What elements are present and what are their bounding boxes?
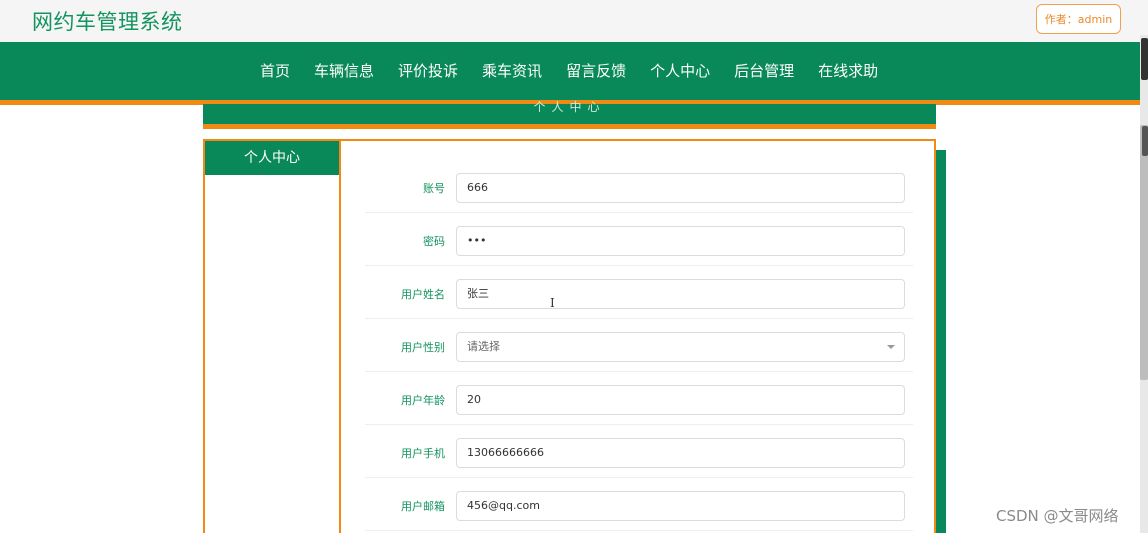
name-label: 用户姓名 — [401, 288, 445, 301]
nav-item-feedback[interactable]: 留言反馈 — [566, 42, 626, 100]
gender-select[interactable]: 请选择 — [456, 332, 905, 362]
sidebar-item-profile[interactable]: 个人中心 — [205, 141, 339, 175]
phone-label: 用户手机 — [401, 447, 445, 460]
password-label: 密码 — [423, 235, 445, 248]
email-label: 用户邮箱 — [401, 500, 445, 513]
scrollbar-mid-marker — [1142, 126, 1148, 156]
section-header: 个人中心 — [203, 100, 936, 129]
form-row-age: 用户年龄 20 — [365, 371, 913, 425]
gender-select-value: 请选择 — [467, 340, 500, 353]
author-badge[interactable]: 作者：admin — [1036, 4, 1121, 34]
top-bar: 网约车管理系统 作者：admin — [0, 0, 1148, 42]
nav-item-profile[interactable]: 个人中心 — [650, 42, 710, 100]
nav-item-vehicles[interactable]: 车辆信息 — [314, 42, 374, 100]
main-nav: 首页 车辆信息 评价投诉 乘车资讯 留言反馈 个人中心 后台管理 在线求助 — [0, 42, 1140, 105]
account-label: 账号 — [423, 182, 445, 195]
nav-item-help[interactable]: 在线求助 — [818, 42, 878, 100]
nav-item-home[interactable]: 首页 — [260, 42, 290, 100]
nav-item-reviews[interactable]: 评价投诉 — [398, 42, 458, 100]
section-title: 个人中心 — [533, 100, 606, 114]
form-row-email: 用户邮箱 456@qq.com — [365, 477, 913, 531]
form-row-gender: 用户性别 请选择 — [365, 318, 913, 372]
content-shadow — [935, 150, 946, 533]
age-input[interactable]: 20 — [456, 385, 905, 415]
nav-items: 首页 车辆信息 评价投诉 乘车资讯 留言反馈 个人中心 后台管理 在线求助 — [260, 42, 902, 100]
form-row-phone: 用户手机 13066666666 — [365, 424, 913, 478]
chevron-down-icon — [887, 345, 895, 349]
password-input[interactable]: ••• — [456, 226, 905, 256]
account-input[interactable]: 666 — [456, 173, 905, 203]
nav-item-admin[interactable]: 后台管理 — [734, 42, 794, 100]
watermark: CSDN @文哥网络 — [996, 507, 1119, 525]
scrollbar-top-marker — [1141, 38, 1148, 80]
nav-item-news[interactable]: 乘车资讯 — [482, 42, 542, 100]
profile-form: 账号 666 密码 ••• 用户姓名 张三 用户性别 请选择 用户年龄 20 用… — [339, 139, 936, 533]
age-label: 用户年龄 — [401, 394, 445, 407]
sidebar: 个人中心 — [203, 139, 341, 533]
scrollbar-thumb[interactable] — [1140, 125, 1148, 380]
email-input[interactable]: 456@qq.com — [456, 491, 905, 521]
form-row-name: 用户姓名 张三 — [365, 265, 913, 319]
app-title: 网约车管理系统 — [32, 10, 183, 34]
text-cursor-icon: I — [550, 296, 555, 310]
name-input[interactable]: 张三 — [456, 279, 905, 309]
gender-label: 用户性别 — [401, 341, 445, 354]
form-row-account: 账号 666 — [365, 159, 913, 213]
form-row-password: 密码 ••• — [365, 212, 913, 266]
phone-input[interactable]: 13066666666 — [456, 438, 905, 468]
